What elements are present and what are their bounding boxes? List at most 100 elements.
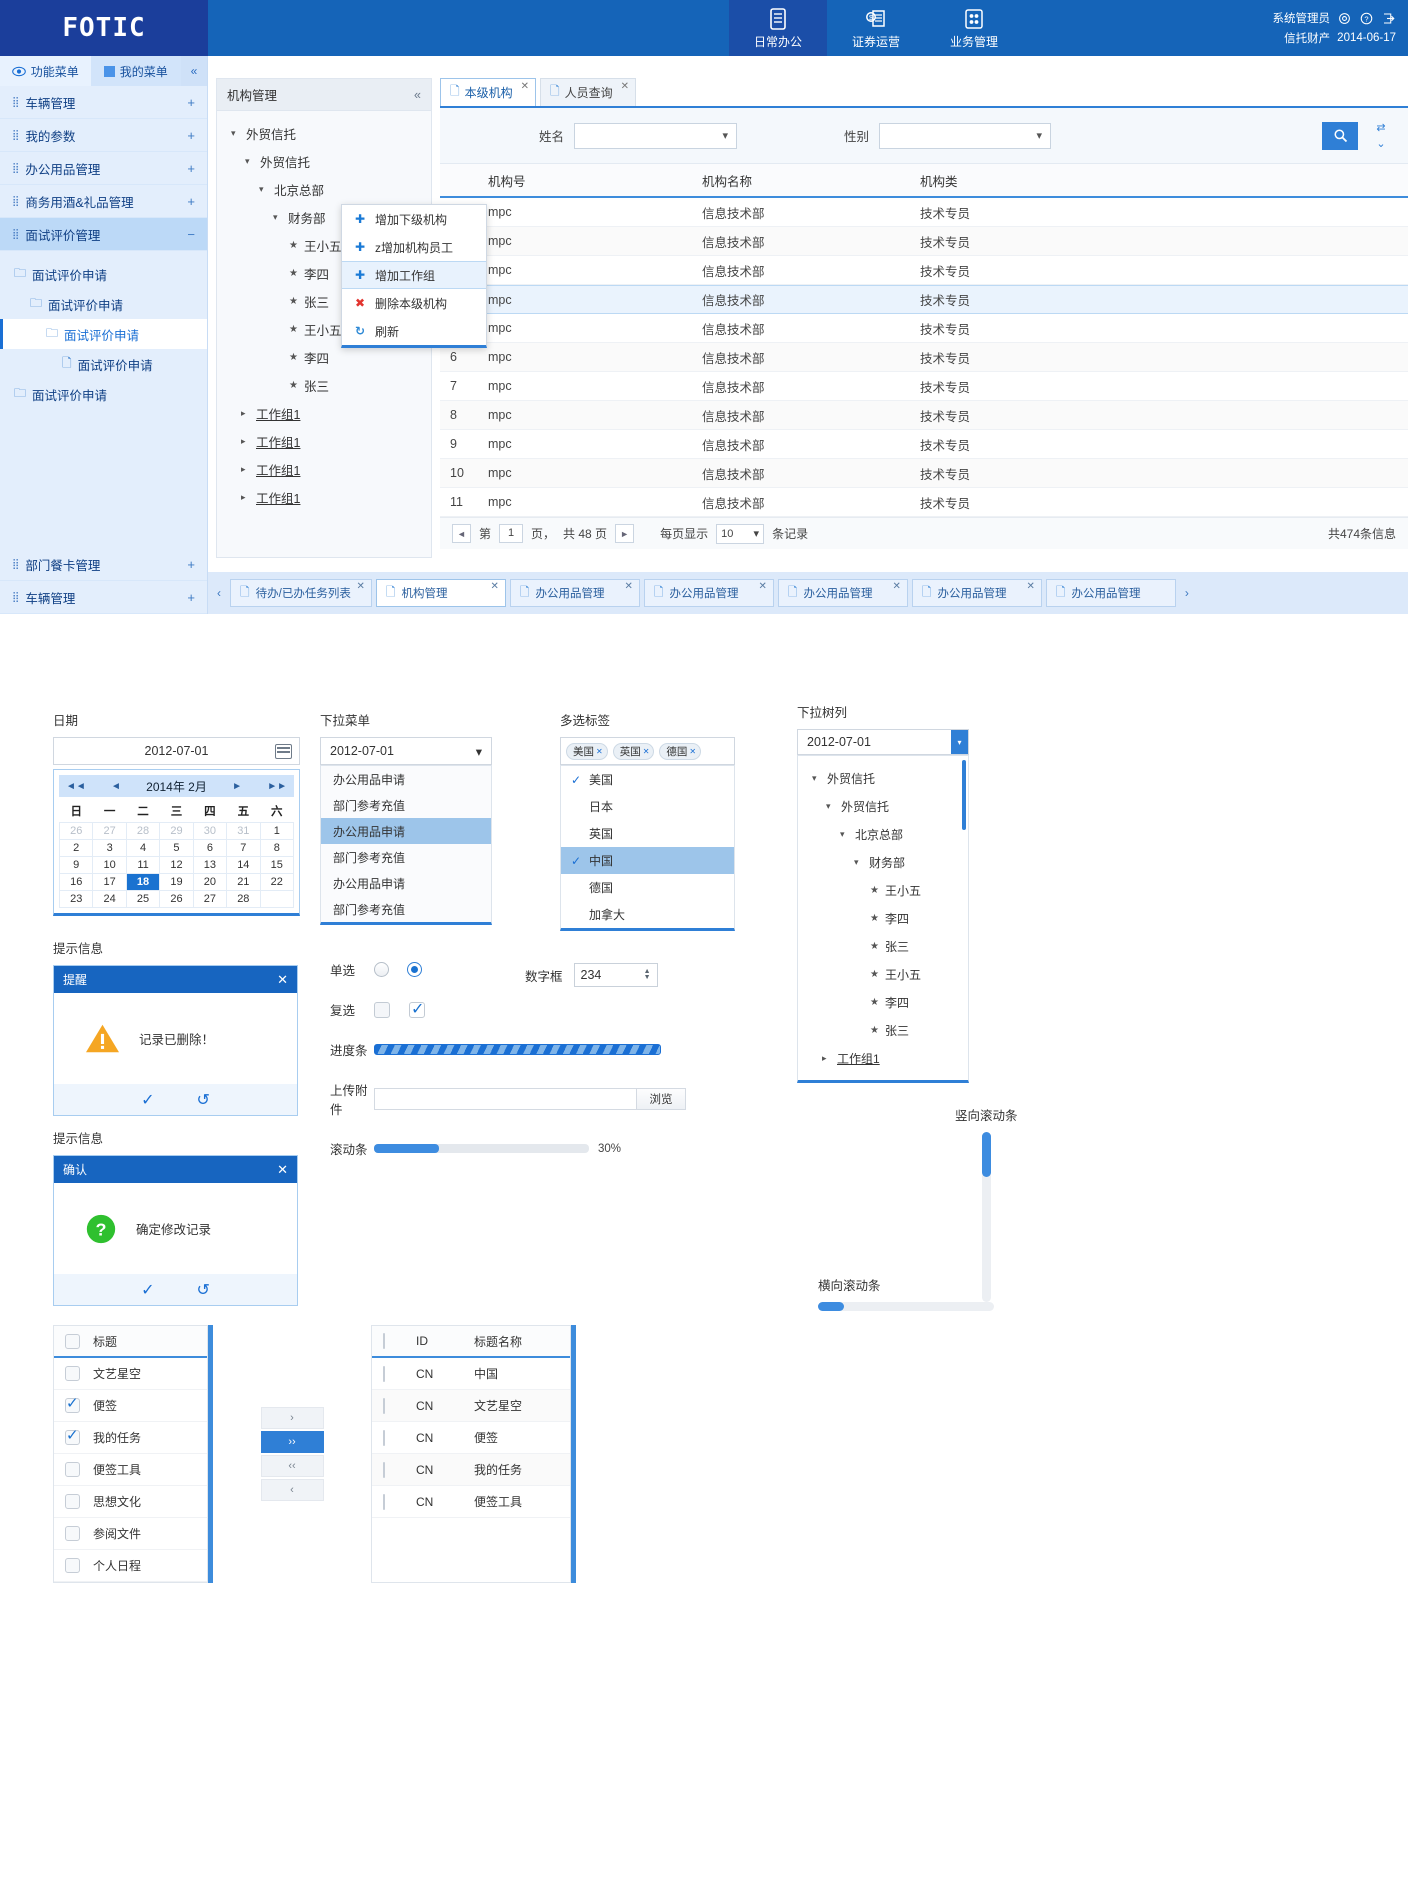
sidebar-tree-item[interactable]: 🗀 面试评价申请 (0, 259, 207, 289)
calendar-day[interactable]: 27 (92, 822, 127, 840)
tree-dropdown-row[interactable]: ▾ 外贸信托 (798, 792, 968, 820)
bottom-tab-task-list[interactable]: 🗋 待办/已办任务列表 ✕ (230, 579, 372, 607)
checkbox[interactable] (383, 1397, 385, 1414)
page-number-input[interactable]: 1 (499, 524, 524, 543)
checkbox-checked[interactable] (65, 1394, 80, 1413)
table-row[interactable]: mpc 信息技术部 技术专员 (440, 314, 1408, 343)
table-row[interactable]: mpc 信息技术部 技术专员 (440, 227, 1408, 256)
toolbar-extra[interactable]: ⇄ ⌄ (1368, 121, 1394, 150)
sidebar-collapse-button[interactable]: « (181, 56, 207, 86)
expander-icon[interactable]: − (187, 227, 195, 242)
tag-chip[interactable]: 德国 ✕ (659, 742, 702, 760)
dropdown-input[interactable]: 2012-07-01 ▾ (320, 737, 492, 765)
close-icon[interactable]: ✕ (689, 747, 696, 756)
checkbox[interactable] (65, 1558, 80, 1573)
tree-dropdown-row[interactable]: ▾ 外贸信托 (798, 764, 968, 792)
table-row[interactable]: 10 mpc 信息技术部 技术专员 (440, 459, 1408, 488)
chevron-down-icon[interactable]: ▾ (812, 773, 824, 784)
radio-unchecked[interactable] (374, 962, 389, 977)
scrollbar-thumb-vertical[interactable] (981, 1132, 991, 1177)
tree-dropdown-row[interactable]: ▾ 财务部 (798, 848, 968, 876)
calendar-day[interactable]: 22 (259, 873, 295, 891)
tree-dropdown-input[interactable]: 2012-07-01 ▾ (797, 729, 969, 755)
search-button[interactable] (1322, 121, 1358, 150)
multiselect-option-selected[interactable]: ✓ 中国 (561, 847, 734, 874)
chevron-down-icon[interactable]: ▾ (951, 730, 968, 754)
expander-icon[interactable]: + (187, 128, 195, 143)
tree-dropdown-row[interactable]: ★ 李四 (798, 904, 968, 932)
gender-select[interactable]: ▾ (879, 122, 1051, 149)
checkbox[interactable] (383, 1429, 385, 1446)
multiselect-option[interactable]: 日本 (561, 793, 734, 820)
number-input[interactable]: 234 ▲ ▼ (573, 963, 658, 987)
topnav-item-securities[interactable]: $ 证券运营 (827, 0, 925, 56)
chevron-down-icon[interactable]: ▾ (273, 212, 285, 223)
tag-chip[interactable]: 英国 ✕ (612, 742, 655, 760)
checkbox[interactable] (383, 1365, 385, 1382)
reset-button[interactable]: ↺ (197, 1090, 210, 1110)
table-row[interactable]: 6 mpc 信息技术部 技术专员 (440, 343, 1408, 372)
table-row-selected[interactable]: mpc 信息技术部 技术专员 (440, 285, 1408, 314)
expander-icon[interactable]: + (187, 161, 195, 176)
sidebar-item-vehicle-management[interactable]: ⣿ 车辆管理 + (0, 86, 207, 119)
close-icon[interactable]: ✕ (1026, 581, 1034, 592)
multiselect-option[interactable]: 德国 (561, 874, 734, 901)
calendar-icon[interactable] (275, 743, 292, 759)
calendar-day[interactable]: 8 (259, 839, 295, 857)
tag-chip[interactable]: 美国 ✕ (566, 742, 608, 760)
transfer-move-left-all-button[interactable]: ‹‹ (260, 1455, 324, 1477)
radio-checked[interactable] (407, 962, 422, 977)
chevron-down-icon[interactable]: ⌄ (1376, 137, 1385, 150)
org-tree-row[interactable]: ★ 张三 (217, 371, 431, 399)
name-select[interactable]: ▾ (574, 122, 737, 149)
sidebar-item-office-supplies[interactable]: ⣿ 办公用品管理 + (0, 152, 207, 185)
org-tree-row[interactable]: ▾ 北京总部 (217, 175, 431, 203)
calendar-day[interactable]: 28 (125, 822, 161, 840)
sidebar-item-my-params[interactable]: ⣿ 我的参数 + (0, 119, 207, 152)
sidebar-item-interview-evaluation[interactable]: ⣿ 面试评价管理 − (0, 218, 207, 251)
org-tree-row[interactable]: ▸ 工作组1 (217, 399, 431, 427)
close-icon[interactable]: ✕ (490, 581, 498, 592)
checkbox-select-all[interactable] (65, 1333, 80, 1349)
calendar-day[interactable]: 23 (58, 890, 94, 908)
tree-dropdown-row[interactable]: ★ 李四 (798, 988, 968, 1016)
bottom-tab-office-supplies-2[interactable]: 🗋 办公用品管理 ✕ (643, 579, 774, 607)
list-item[interactable]: 参阅文件 (54, 1518, 207, 1550)
browse-button[interactable]: 浏览 (637, 1088, 686, 1110)
table-row[interactable]: CN 便签 (372, 1422, 570, 1454)
dropdown-item[interactable]: 部门参考充值 (321, 844, 491, 870)
transfer-right-scrollbar[interactable] (571, 1325, 576, 1583)
calendar-day[interactable]: 25 (125, 890, 161, 908)
chevron-down-icon[interactable]: ▼ (644, 974, 651, 981)
calendar-day[interactable]: 9 (58, 856, 94, 874)
swap-icon[interactable]: ⇄ (1376, 121, 1385, 134)
sidebar-tab-my-menu[interactable]: 我的菜单 (91, 56, 182, 86)
topnav-item-business[interactable]: 业务管理 (925, 0, 1023, 56)
table-row[interactable]: CN 我的任务 (372, 1454, 570, 1486)
calendar-day[interactable]: 2 (58, 839, 94, 857)
chevron-down-icon[interactable]: ▾ (826, 801, 838, 812)
checkbox[interactable] (65, 1366, 80, 1381)
sidebar-tree-item[interactable]: 🗀 面试评价申请 (0, 289, 207, 319)
context-menu-item-delete-org[interactable]: ✖ 删除本级机构 (342, 289, 486, 317)
close-icon[interactable]: ✕ (621, 81, 629, 92)
expander-icon[interactable]: + (187, 95, 195, 110)
table-row[interactable]: 8 mpc 信息技术部 技术专员 (440, 401, 1408, 430)
calendar-day[interactable]: 27 (192, 890, 228, 908)
org-tree-row[interactable]: ▸ 工作组1 (217, 455, 431, 483)
context-menu-item-add-workgroup[interactable]: ✚ 增加工作组 (342, 261, 486, 289)
org-tree-row[interactable]: ▾ 外贸信托 (217, 147, 431, 175)
checkbox[interactable] (383, 1333, 385, 1349)
number-spinner[interactable]: ▲ ▼ (644, 968, 651, 981)
calendar-day[interactable]: 20 (192, 873, 228, 891)
dropdown-item[interactable]: 办公用品申请 (321, 870, 491, 896)
upload-input[interactable] (374, 1088, 637, 1110)
transfer-move-left-one-button[interactable]: ‹ (260, 1479, 324, 1501)
dropdown-item-selected[interactable]: 办公用品申请 (321, 818, 491, 844)
table-row[interactable]: mpc 信息技术部 技术专员 (440, 256, 1408, 285)
calendar-day[interactable]: 26 (58, 822, 94, 840)
context-menu-item-add-employee[interactable]: ✚ z增加机构员工 (342, 233, 486, 261)
sidebar-item-canteen-card[interactable]: ⣿ 部门餐卡管理 + (0, 548, 207, 581)
calendar-next-button[interactable]: ► (232, 781, 242, 792)
calendar-day[interactable]: 6 (192, 839, 228, 857)
